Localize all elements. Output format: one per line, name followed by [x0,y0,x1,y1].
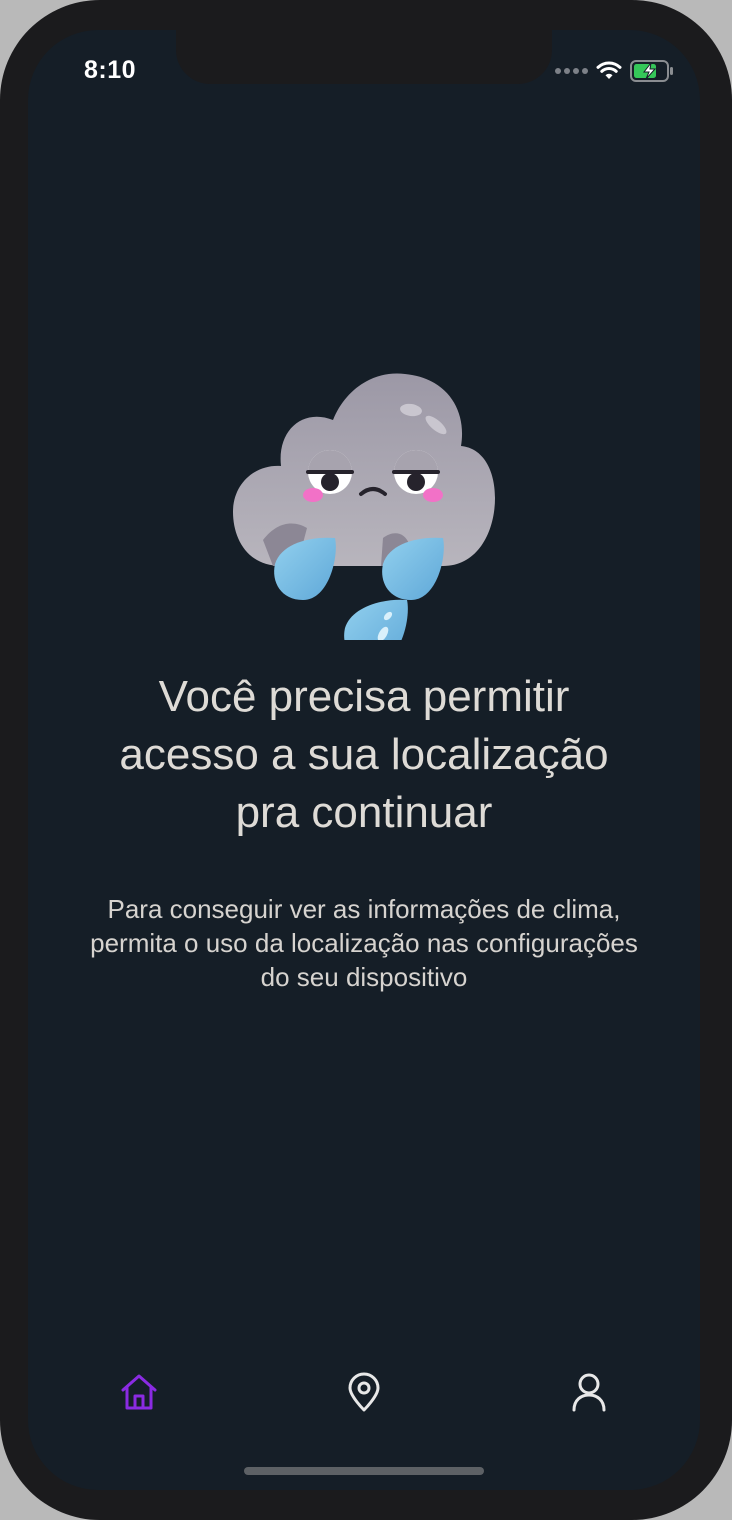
home-indicator[interactable] [244,1467,484,1475]
cellular-signal-icon [555,68,588,74]
permission-description: Para conseguir ver as informações de cli… [28,892,700,994]
battery-charging-icon [630,60,673,82]
home-icon [121,1374,157,1410]
title-line: acesso a sua localização [119,730,609,779]
wifi-icon [596,61,622,79]
status-icons [555,60,674,82]
bottom-tab-bar [28,1366,700,1418]
device-notch [176,30,552,84]
app-screen: 8:10 Você precisa permitir acesso a sua … [28,30,700,1490]
location-pin-icon [348,1372,380,1412]
tab-profile[interactable] [563,1366,615,1418]
description-line: Para conseguir ver as informações de cli… [107,894,621,924]
sad-rain-cloud-icon [233,373,495,640]
user-icon [572,1373,606,1412]
status-time: 8:10 [84,56,137,84]
tab-home[interactable] [113,1366,165,1418]
title-line: pra continuar [235,788,493,837]
title-line: Você precisa permitir [158,672,570,721]
description-line: do seu dispositivo [260,962,468,992]
description-line: permita o uso da localização nas configu… [90,928,638,958]
tab-location[interactable] [338,1366,390,1418]
permission-title: Você precisa permitir acesso a sua local… [28,668,700,842]
phone-frame: 8:10 Você precisa permitir acesso a sua … [0,0,732,1520]
